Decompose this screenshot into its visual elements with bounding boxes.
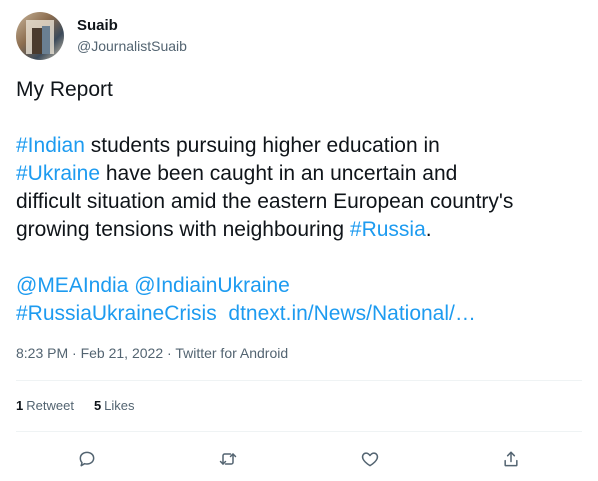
tweet-text-part: students pursuing higher education in <box>90 134 440 157</box>
meta-separator: · <box>72 345 81 361</box>
reply-icon <box>79 451 95 467</box>
retweet-button[interactable] <box>213 446 243 472</box>
author-name[interactable]: Suaib <box>77 16 187 36</box>
tweet-title: My Report <box>16 78 113 101</box>
hashtag-indian[interactable]: #Indian <box>16 134 85 157</box>
tweet-text-part: . <box>425 218 432 241</box>
retweet-icon <box>220 453 237 465</box>
like-icon <box>361 452 378 467</box>
likes-stat[interactable]: 5 Likes <box>94 398 135 413</box>
retweet-stat[interactable]: 1 Retweet <box>16 398 74 413</box>
tweet-date[interactable]: Feb 21, 2022 <box>81 345 164 361</box>
mention-meaindia[interactable]: @MEAIndia <box>16 274 128 297</box>
retweet-label: Retweet <box>26 398 74 413</box>
divider <box>16 380 582 381</box>
action-bar <box>16 446 582 472</box>
mention-indiainukraine[interactable]: @IndiainUkraine <box>134 274 290 297</box>
tweet-header: Suaib @JournalistSuaib <box>16 12 187 60</box>
divider <box>16 431 582 432</box>
external-link[interactable]: dtnext.in/News/National/… <box>228 302 475 325</box>
hashtag-russia[interactable]: #Russia <box>350 218 426 241</box>
share-icon <box>504 451 518 467</box>
avatar[interactable] <box>16 12 64 60</box>
tweet-text: My Report #Indian students pursuing high… <box>16 76 586 328</box>
tweet-meta: 8:23 PM · Feb 21, 2022 · Twitter for And… <box>16 345 288 361</box>
author-handle[interactable]: @JournalistSuaib <box>77 37 187 55</box>
author-block: Suaib @JournalistSuaib <box>77 16 187 55</box>
tweet-time[interactable]: 8:23 PM <box>16 345 68 361</box>
likes-label: Likes <box>104 398 135 413</box>
reply-button[interactable] <box>72 446 102 472</box>
tweet-source[interactable]: Twitter for Android <box>175 345 288 361</box>
hashtag-russiaukrainecrisis[interactable]: #RussiaUkraineCrisis <box>16 302 217 325</box>
tweet-stats: 1 Retweet 5 Likes <box>16 398 135 413</box>
hashtag-ukraine[interactable]: #Ukraine <box>16 162 100 185</box>
retweet-count: 1 <box>16 398 24 413</box>
like-button[interactable] <box>355 446 385 472</box>
likes-count: 5 <box>93 398 102 413</box>
tweet-card: Suaib @JournalistSuaib My Report #Indian… <box>0 0 598 481</box>
share-button[interactable] <box>496 446 526 472</box>
